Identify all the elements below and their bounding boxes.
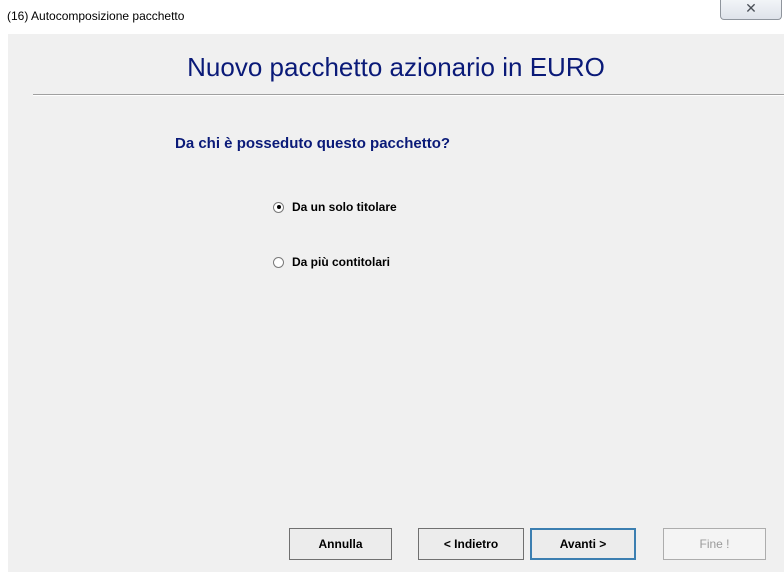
next-button-label: Avanti > bbox=[559, 537, 607, 551]
cancel-button-label: Annulla bbox=[318, 537, 363, 551]
back-button-label: < Indietro bbox=[443, 537, 499, 551]
question-label: Da chi è posseduto questo pacchetto? bbox=[175, 135, 451, 152]
title-bar: (16) Autocomposizione pacchetto ✕ bbox=[0, 0, 784, 34]
finish-button[interactable]: Fine ! bbox=[663, 528, 766, 560]
close-button[interactable]: ✕ bbox=[720, 0, 782, 20]
wizard-body: Nuovo pacchetto azionario in EURO Da chi… bbox=[8, 34, 784, 572]
wizard-window: (16) Autocomposizione pacchetto ✕ Nuovo … bbox=[0, 0, 784, 572]
header-divider bbox=[33, 94, 784, 96]
radio-option-co-owners[interactable]: Da più contitolari bbox=[273, 255, 390, 269]
radio-label-single-owner[interactable]: Da un solo titolare bbox=[292, 200, 397, 214]
window-title: (16) Autocomposizione pacchetto bbox=[7, 9, 185, 23]
radio-option-single-owner[interactable]: Da un solo titolare bbox=[273, 200, 397, 214]
back-button[interactable]: < Indietro bbox=[418, 528, 524, 560]
cancel-button[interactable]: Annulla bbox=[289, 528, 392, 560]
radio-label-co-owners[interactable]: Da più contitolari bbox=[292, 255, 390, 269]
close-icon: ✕ bbox=[745, 0, 757, 17]
next-button[interactable]: Avanti > bbox=[530, 528, 636, 560]
page-title: Nuovo pacchetto azionario in EURO bbox=[187, 52, 605, 82]
finish-button-label: Fine ! bbox=[699, 537, 730, 551]
radio-selected-dot bbox=[276, 205, 281, 209]
radio-button-unselected[interactable] bbox=[273, 256, 284, 268]
radio-button-selected[interactable] bbox=[273, 201, 284, 213]
